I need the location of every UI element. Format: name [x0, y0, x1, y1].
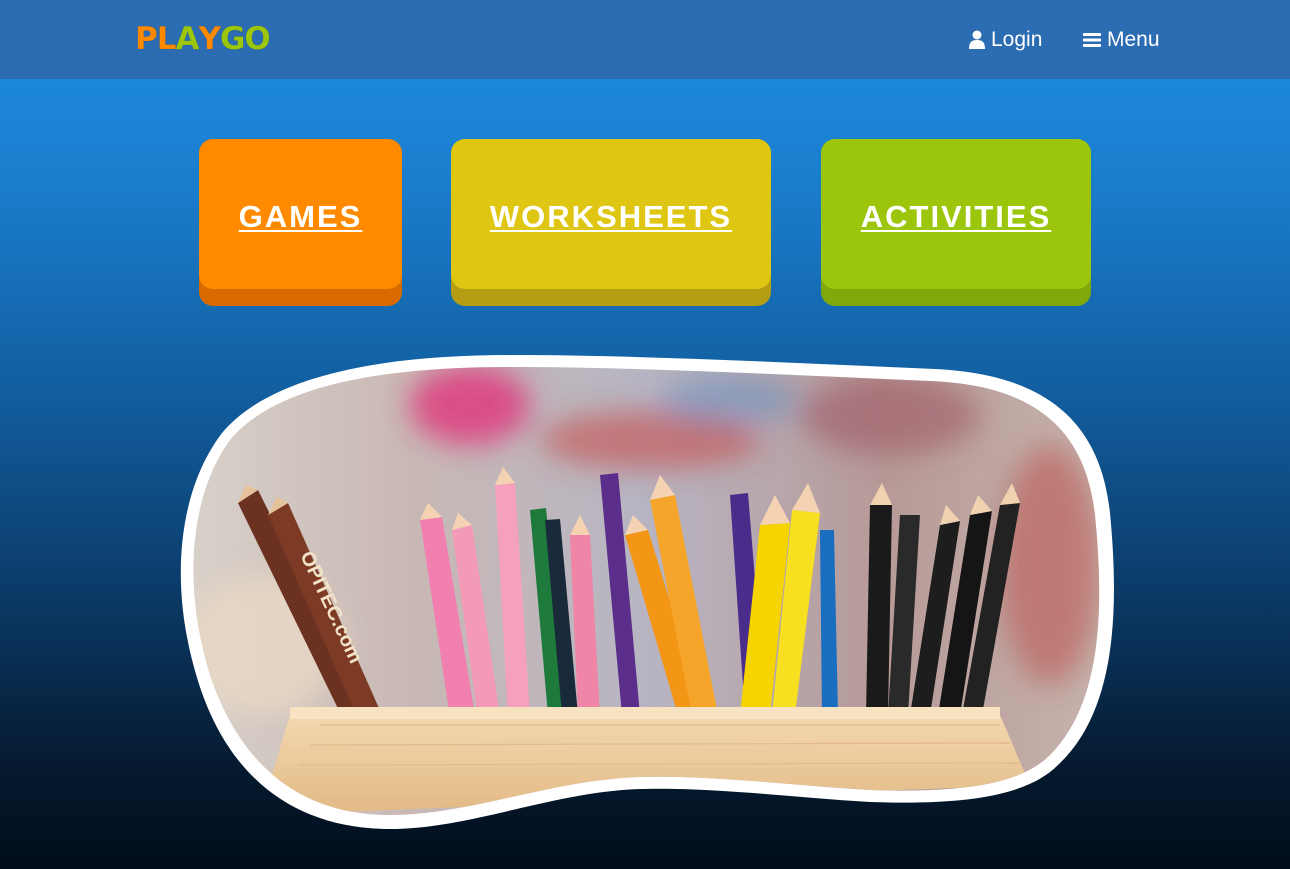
logo-letter-l: L	[156, 21, 176, 58]
games-label: GAMES	[238, 199, 363, 234]
user-icon	[969, 30, 985, 49]
games-button[interactable]: GAMES	[199, 139, 402, 306]
activities-label: ACTIVITIES	[860, 199, 1052, 234]
games-button-face: GAMES	[199, 139, 402, 289]
playgo-logo[interactable]: PLAYGO	[135, 21, 271, 58]
hamburger-menu-icon	[1083, 33, 1101, 47]
logo-letter-a: A	[175, 21, 200, 58]
activities-button-face: ACTIVITIES	[821, 139, 1091, 289]
hero-image-colored-pencils: OPITEC.com	[180, 355, 1114, 829]
activities-button[interactable]: ACTIVITIES	[821, 139, 1091, 306]
logo-letter-p: P	[135, 21, 158, 58]
logo-letter-g: G	[219, 21, 246, 58]
menu-button[interactable]: Menu	[1083, 25, 1160, 55]
logo-letter-y: Y	[198, 21, 221, 58]
logo-letter-o: O	[244, 21, 271, 58]
login-label: Login	[991, 28, 1043, 51]
worksheets-label: WORKSHEETS	[489, 199, 733, 234]
menu-label: Menu	[1107, 28, 1160, 51]
login-link[interactable]: Login	[969, 25, 1042, 55]
worksheets-button-face: WORKSHEETS	[451, 139, 771, 289]
worksheets-button[interactable]: WORKSHEETS	[451, 139, 771, 306]
top-navigation-bar: PLAYGO Login Menu	[0, 0, 1290, 79]
